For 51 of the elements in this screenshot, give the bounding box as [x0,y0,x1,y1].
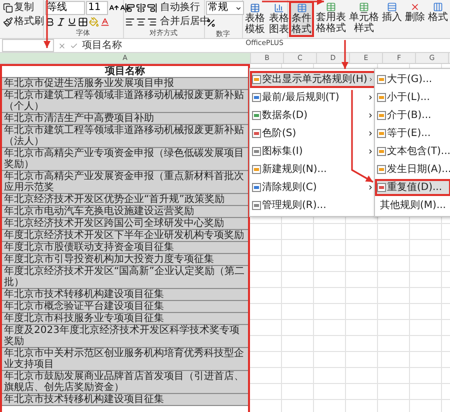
table-cell[interactable]: 年度及2023年度北京经济技术开发区科学技术奖专项奖励 [2,325,248,348]
menu-item[interactable]: 文本包含(T)... [375,143,450,160]
ribbon-button[interactable]: 条件格式 [289,1,314,37]
table-cell[interactable]: 年北京市建筑工程等领域非道路移动机械报废更新补贴（法人） [2,125,248,148]
ribbon-button[interactable]: 单元格样式 [348,1,380,37]
menu-item[interactable]: 小于(L)... [375,89,450,106]
table-cell[interactable]: 年北京市鼓励发展商业品牌首店首发项目（引进首店、旗舰店、创先店奖励资金） [2,371,248,394]
ribbon-button[interactable]: 删除 [404,1,426,37]
ribbon-button[interactable]: 插入 [381,1,403,37]
number-format-select[interactable]: 常规 [206,1,244,15]
menu-item[interactable]: 其他规则(M)... [375,197,450,214]
menu-item[interactable]: 最前/最后规则(T) [250,89,376,106]
copy-button[interactable]: 复制 [1,1,46,14]
table-cell[interactable]: 年北京经济技术开发区跨国公司全球研发中心奖励 [2,218,248,230]
menu-item[interactable]: 重复值(D)... [375,179,450,196]
ribbon-button[interactable]: 表格图表 [268,2,290,38]
menu-item[interactable]: 发生日期(A)... [375,161,450,178]
menu-item[interactable]: 管理规则(R)... [250,197,376,214]
table-cell[interactable]: 年北京市高精尖产业发展资金申报（重点新材料首批次应用示范奖 [2,171,248,194]
table-cell[interactable]: 年北京市电动汽车充换电设施建设运营奖励 [2,206,248,218]
font-name-select[interactable]: 等线 [45,0,86,14]
menu-item[interactable]: 清除规则(C) [250,179,376,196]
table-cell[interactable]: 年度北京市引导投资机构加大投资力度专项征集 [2,254,248,266]
table-cell[interactable]: 年北京经济技术开发区优势企业“首升规”政策奖励 [2,194,248,206]
format-painter-button[interactable]: 格式刷 [1,15,46,28]
table-cell[interactable]: 年北京市清洁生产中高费项目补助 [2,113,248,125]
menu-item[interactable]: 图标集(I) [250,143,376,160]
table-cell[interactable]: 年北京市技术转移机构建设项目征集 [2,394,248,406]
table-cell[interactable]: 年北京市促进生活服务业发展项目申报 [2,78,248,90]
table-cell[interactable]: 年北京市技术转移机构建设项目征集 [2,289,248,301]
formula-value[interactable]: 项目名称 [82,40,122,52]
table-cell[interactable]: 年度北京经济技术开发区下半年企业研发机构专项奖励 [2,230,248,242]
table-cell[interactable]: 年度北京市科技服务业专项项目征集 [2,313,248,325]
menu-item[interactable]: 大于(G)... [375,71,450,88]
font-size-select[interactable]: 11 [86,0,108,14]
ribbon-button[interactable]: 表格模板 [244,2,266,38]
table-cell[interactable]: 年北京市建筑工程等领域非道路移动机械报废更新补贴（个人） [2,90,248,113]
table-cell[interactable]: 年北京市概念验证平台建设项目征集 [2,301,248,313]
table-cell[interactable]: 年度北京经济技术开发区“国高新”企业认定奖励（第二批） [2,266,248,289]
menu-item[interactable]: 等于(E)... [375,125,450,142]
menu-item[interactable]: 介于(B)... [375,107,450,124]
menu-item[interactable]: 数据条(D) [250,107,376,124]
table-cell[interactable]: 项目名称 [2,66,248,78]
wrap-text-button[interactable]: 自动换行 [158,1,202,14]
table-cell[interactable]: 年度北京市股债联动支持资金项目征集 [2,242,248,254]
table-cell[interactable]: 年北京市中关村示范区创业服务机构培育优秀科技型企业支持项目 [2,348,248,371]
menu-item[interactable]: 色阶(S) [250,125,376,142]
ribbon-button[interactable]: 格式 [427,1,449,37]
menu-item[interactable]: 突出显示单元格规则(H) [250,71,376,88]
table-cell[interactable]: 年北京市高精尖产业专项资金申报（绿色低碳发展项目奖励） [2,148,248,171]
menu-item[interactable]: 新建规则(N)... [250,161,376,178]
